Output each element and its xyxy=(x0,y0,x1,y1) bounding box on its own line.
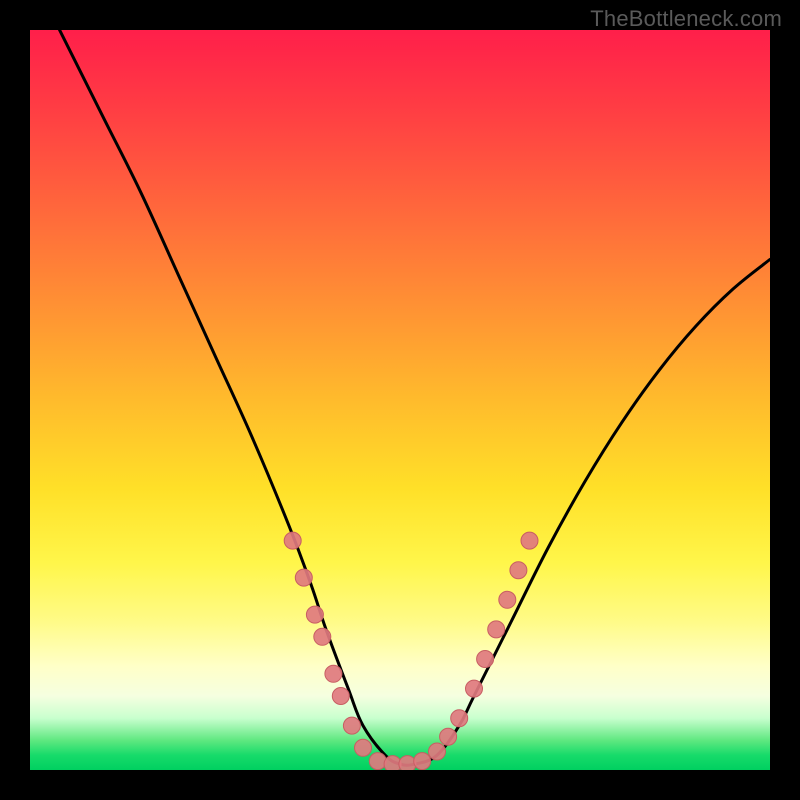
curve-marker xyxy=(477,651,494,668)
curve-marker xyxy=(510,562,527,579)
curve-marker xyxy=(355,739,372,756)
curve-marker xyxy=(325,665,342,682)
curve-marker xyxy=(440,728,457,745)
curve-marker xyxy=(499,591,516,608)
curve-marker xyxy=(314,628,331,645)
curve-marker xyxy=(451,710,468,727)
curve-marker xyxy=(399,756,416,770)
curve-marker xyxy=(429,743,446,760)
chart-frame: TheBottleneck.com xyxy=(0,0,800,800)
watermark-text: TheBottleneck.com xyxy=(590,6,782,32)
curve-marker xyxy=(332,688,349,705)
plot-area xyxy=(30,30,770,770)
curve-marker xyxy=(295,569,312,586)
curve-marker xyxy=(284,532,301,549)
curve-marker xyxy=(343,717,360,734)
bottleneck-curve xyxy=(30,30,770,765)
curve-marker xyxy=(521,532,538,549)
bottleneck-curve-svg xyxy=(30,30,770,770)
curve-marker xyxy=(466,680,483,697)
curve-marker xyxy=(306,606,323,623)
curve-marker xyxy=(414,753,431,770)
curve-marker xyxy=(488,621,505,638)
curve-marker xyxy=(369,753,386,770)
